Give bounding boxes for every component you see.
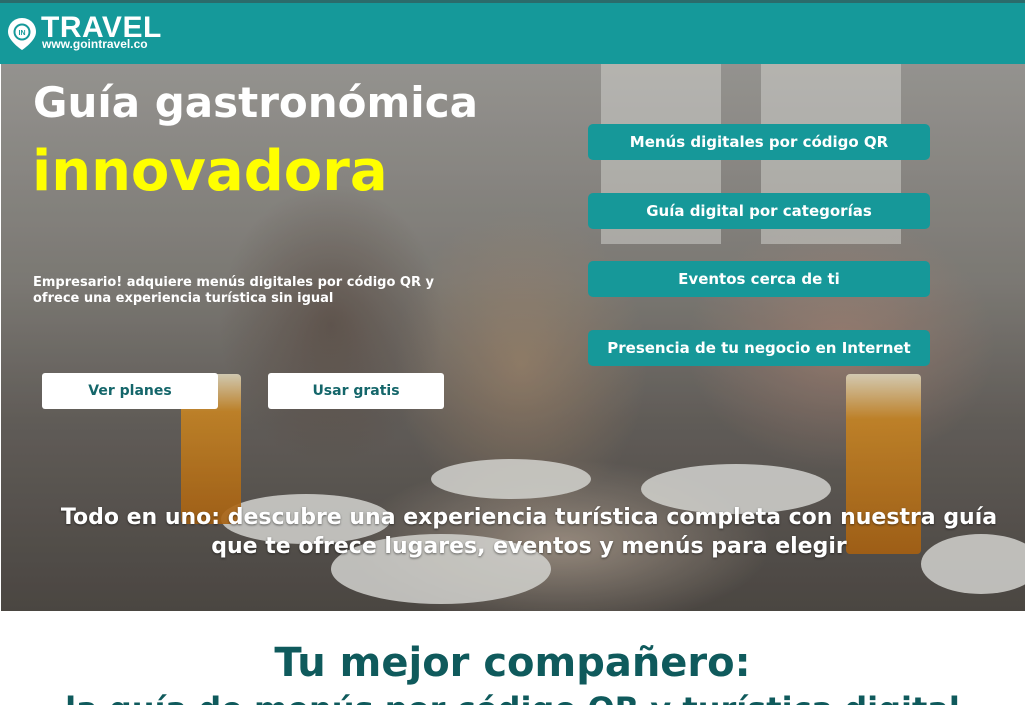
feature-nearby-events[interactable]: Eventos cerca de ti — [588, 261, 930, 297]
use-free-button[interactable]: Usar gratis — [268, 373, 444, 409]
site-header: IN TRAVEL www.gointravel.co — [0, 3, 1025, 64]
feature-qr-menus[interactable]: Menús digitales por código QR — [588, 124, 930, 160]
view-plans-button[interactable]: Ver planes — [42, 373, 218, 409]
hero-title-line2: innovadora — [32, 139, 388, 204]
logo-url: www.gointravel.co — [42, 37, 148, 51]
logo-badge: IN — [19, 30, 26, 37]
hero-tagline: Todo en uno: descubre una experiencia tu… — [60, 505, 998, 559]
feature-digital-guide[interactable]: Guía digital por categorías — [588, 193, 930, 229]
location-pin-icon: IN — [8, 18, 36, 50]
hero-title-line1: Guía gastronómica — [33, 78, 478, 127]
section-title: Tu mejor compañero: — [274, 640, 751, 686]
hero-description: Empresario! adquiere menús digitales por… — [33, 275, 434, 306]
feature-online-presence[interactable]: Presencia de tu negocio en Internet — [588, 330, 930, 366]
section-subtitle: la guía de menús por código QR y turísti… — [0, 690, 1025, 705]
hero-banner: Guía gastronómica innovadora Empresario!… — [1, 64, 1025, 611]
